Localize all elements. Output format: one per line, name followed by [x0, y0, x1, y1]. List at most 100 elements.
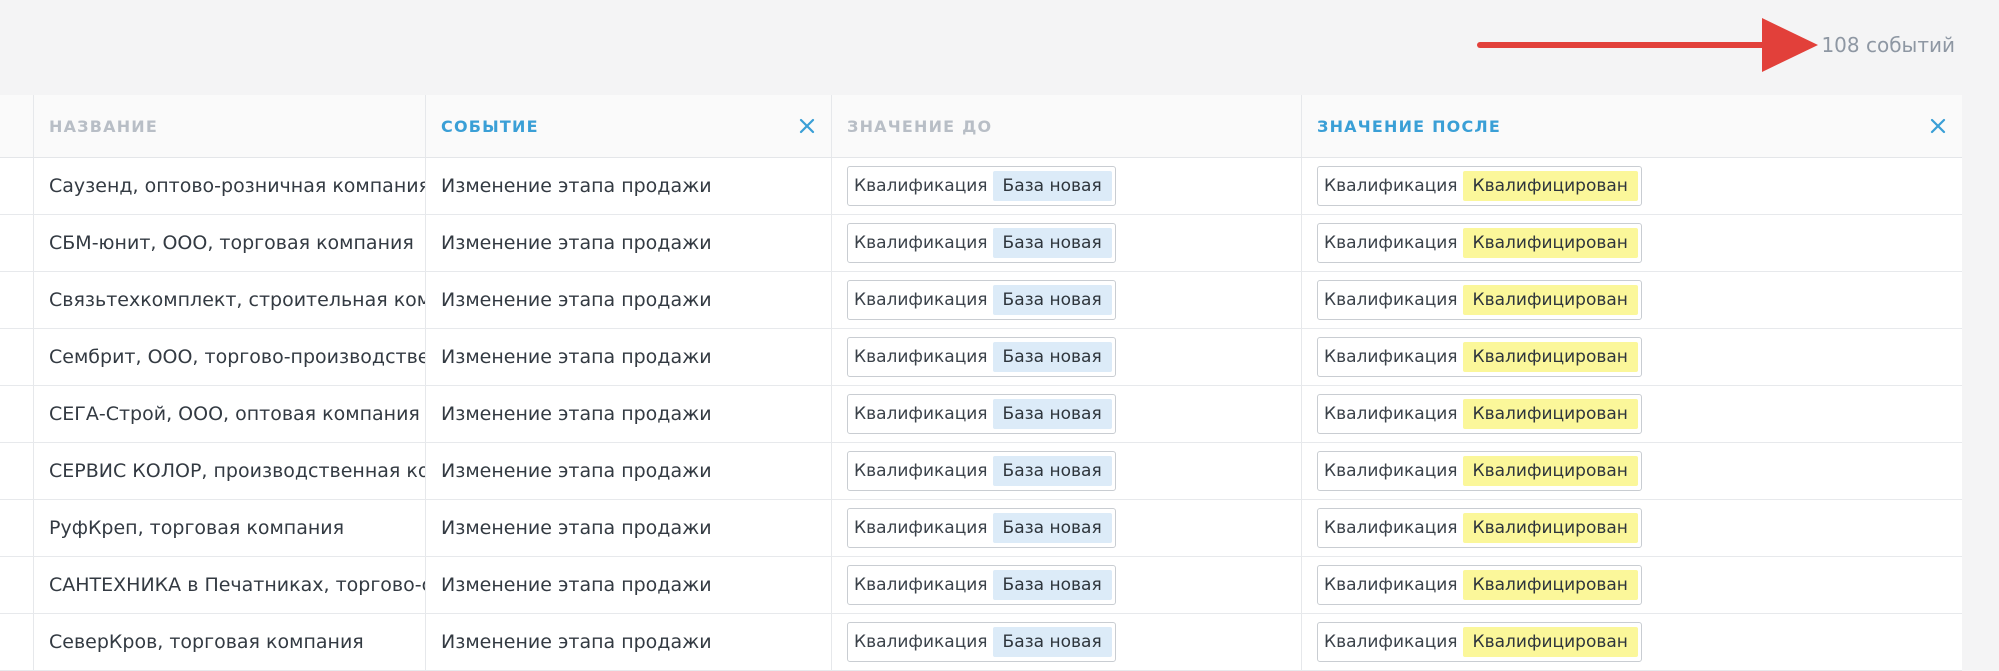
- value-before-cell: Квалификация База новая: [832, 158, 1302, 214]
- name-cell[interactable]: СЕРВИС КОЛОР, производственная компания: [34, 443, 426, 499]
- pill-stage-label: Квалификация: [854, 176, 988, 196]
- pill-stage-value: База новая: [992, 285, 1112, 315]
- company-name[interactable]: САНТЕХНИКА в Печатниках, торгово-сервисн…: [49, 574, 425, 596]
- table-row[interactable]: СеверКров, торговая компания Изменение э…: [0, 614, 1962, 671]
- name-cell[interactable]: СЕГА-Строй, ООО, оптовая компания: [34, 386, 426, 442]
- value-after-cell: Квалификация Квалифицирован: [1302, 614, 1962, 670]
- value-before-cell: Квалификация База новая: [832, 215, 1302, 271]
- table-row[interactable]: РуфКреп, торговая компания Изменение эта…: [0, 500, 1962, 557]
- pill-stage-value: Квалифицирован: [1462, 456, 1638, 486]
- row-handle: [0, 272, 34, 328]
- pill-stage-value: База новая: [992, 513, 1112, 543]
- pill-stage-label: Квалификация: [1324, 233, 1458, 253]
- pill-stage-label: Квалификация: [854, 347, 988, 367]
- value-after-cell: Квалификация Квалифицирован: [1302, 443, 1962, 499]
- row-handle: [0, 386, 34, 442]
- event-cell: Изменение этапа продажи: [426, 443, 832, 499]
- row-handle: [0, 443, 34, 499]
- event-cell: Изменение этапа продажи: [426, 500, 832, 556]
- name-cell[interactable]: Сембрит, ООО, торгово-производственная к…: [34, 329, 426, 385]
- event-text: Изменение этапа продажи: [441, 574, 712, 596]
- value-before-cell: Квалификация База новая: [832, 614, 1302, 670]
- pill-stage-label: Квалификация: [1324, 404, 1458, 424]
- row-handle: [0, 614, 34, 670]
- value-before-pill: Квалификация База новая: [847, 451, 1116, 491]
- event-cell: Изменение этапа продажи: [426, 158, 832, 214]
- event-cell: Изменение этапа продажи: [426, 272, 832, 328]
- event-text: Изменение этапа продажи: [441, 289, 712, 311]
- value-after-pill: Квалификация Квалифицирован: [1317, 451, 1642, 491]
- close-icon[interactable]: [797, 116, 817, 136]
- value-after-cell: Квалификация Квалифицирован: [1302, 158, 1962, 214]
- table-row[interactable]: Связьтехкомплект, строительная компания …: [0, 272, 1962, 329]
- pill-stage-value: Квалифицирован: [1462, 513, 1638, 543]
- pill-stage-value: База новая: [992, 171, 1112, 201]
- pill-stage-label: Квалификация: [1324, 347, 1458, 367]
- company-name[interactable]: СБМ-юнит, ООО, торговая компания: [49, 232, 425, 254]
- table-row[interactable]: СБМ-юнит, ООО, торговая компания Изменен…: [0, 215, 1962, 272]
- value-after-pill: Квалификация Квалифицирован: [1317, 280, 1642, 320]
- value-after-cell: Квалификация Квалифицирован: [1302, 557, 1962, 613]
- pill-stage-value: База новая: [992, 228, 1112, 258]
- row-handle: [0, 215, 34, 271]
- table-row[interactable]: САНТЕХНИКА в Печатниках, торгово-сервисн…: [0, 557, 1962, 614]
- name-cell[interactable]: РуфКреп, торговая компания: [34, 500, 426, 556]
- table-row[interactable]: СЕРВИС КОЛОР, производственная компания …: [0, 443, 1962, 500]
- pill-stage-value: База новая: [992, 570, 1112, 600]
- pill-stage-label: Квалификация: [854, 404, 988, 424]
- value-before-pill: Квалификация База новая: [847, 622, 1116, 662]
- value-after-pill: Квалификация Квалифицирован: [1317, 394, 1642, 434]
- event-cell: Изменение этапа продажи: [426, 329, 832, 385]
- event-cell: Изменение этапа продажи: [426, 557, 832, 613]
- event-text: Изменение этапа продажи: [441, 232, 712, 254]
- value-after-cell: Квалификация Квалифицирован: [1302, 329, 1962, 385]
- table-header: НАЗВАНИЕ СОБЫТИЕ ЗНАЧЕНИЕ ДО ЗНАЧЕНИЕ ПО…: [0, 95, 1962, 158]
- pill-stage-value: Квалифицирован: [1462, 228, 1638, 258]
- company-name[interactable]: Связьтехкомплект, строительная компания: [49, 289, 425, 311]
- value-before-pill: Квалификация База новая: [847, 337, 1116, 377]
- column-header-name-label: НАЗВАНИЕ: [49, 116, 159, 136]
- value-before-pill: Квалификация База новая: [847, 280, 1116, 320]
- pill-stage-label: Квалификация: [854, 632, 988, 652]
- pill-stage-label: Квалификация: [1324, 176, 1458, 196]
- company-name[interactable]: СеверКров, торговая компания: [49, 631, 425, 653]
- row-handle: [0, 158, 34, 214]
- pill-stage-value: База новая: [992, 342, 1112, 372]
- company-name[interactable]: СЕРВИС КОЛОР, производственная компания: [49, 460, 425, 482]
- value-before-pill: Квалификация База новая: [847, 394, 1116, 434]
- pill-stage-label: Квалификация: [854, 518, 988, 538]
- name-cell[interactable]: СБМ-юнит, ООО, торговая компания: [34, 215, 426, 271]
- column-header-event[interactable]: СОБЫТИЕ: [426, 95, 832, 157]
- pill-stage-label: Квалификация: [1324, 518, 1458, 538]
- column-header-value-before[interactable]: ЗНАЧЕНИЕ ДО: [832, 95, 1302, 157]
- row-handle: [0, 329, 34, 385]
- events-table: НАЗВАНИЕ СОБЫТИЕ ЗНАЧЕНИЕ ДО ЗНАЧЕНИЕ ПО…: [0, 95, 1962, 671]
- event-text: Изменение этапа продажи: [441, 346, 712, 368]
- table-row[interactable]: Саузенд, оптово-розничная компания Измен…: [0, 158, 1962, 215]
- column-header-name[interactable]: НАЗВАНИЕ: [34, 95, 426, 157]
- column-header-value-after-label: ЗНАЧЕНИЕ ПОСЛЕ: [1317, 116, 1502, 136]
- pill-stage-label: Квалификация: [854, 290, 988, 310]
- pill-stage-value: Квалифицирован: [1462, 171, 1638, 201]
- row-handle-header: [0, 95, 34, 157]
- name-cell[interactable]: САНТЕХНИКА в Печатниках, торгово-сервисн…: [34, 557, 426, 613]
- close-icon[interactable]: [1928, 116, 1948, 136]
- value-after-cell: Квалификация Квалифицирован: [1302, 386, 1962, 442]
- name-cell[interactable]: Саузенд, оптово-розничная компания: [34, 158, 426, 214]
- value-before-cell: Квалификация База новая: [832, 386, 1302, 442]
- value-before-cell: Квалификация База новая: [832, 557, 1302, 613]
- column-header-event-label: СОБЫТИЕ: [441, 116, 539, 136]
- company-name[interactable]: СЕГА-Строй, ООО, оптовая компания: [49, 403, 425, 425]
- company-name[interactable]: РуфКреп, торговая компания: [49, 517, 425, 539]
- name-cell[interactable]: СеверКров, торговая компания: [34, 614, 426, 670]
- column-header-value-after[interactable]: ЗНАЧЕНИЕ ПОСЛЕ: [1302, 95, 1962, 157]
- company-name[interactable]: Сембрит, ООО, торгово-производственная к…: [49, 346, 425, 368]
- table-row[interactable]: Сембрит, ООО, торгово-производственная к…: [0, 329, 1962, 386]
- table-row[interactable]: СЕГА-Строй, ООО, оптовая компания Измене…: [0, 386, 1962, 443]
- name-cell[interactable]: Связьтехкомплект, строительная компания: [34, 272, 426, 328]
- value-after-pill: Квалификация Квалифицирован: [1317, 166, 1642, 206]
- event-text: Изменение этапа продажи: [441, 631, 712, 653]
- pill-stage-value: Квалифицирован: [1462, 627, 1638, 657]
- company-name[interactable]: Саузенд, оптово-розничная компания: [49, 175, 425, 197]
- value-after-pill: Квалификация Квалифицирован: [1317, 508, 1642, 548]
